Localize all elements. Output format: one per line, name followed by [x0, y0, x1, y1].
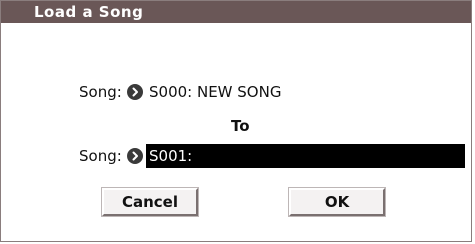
chevron-right-icon	[132, 87, 138, 97]
ok-button[interactable]: OK	[289, 188, 385, 216]
load-song-dialog: Load a Song Song: S000: NEW SONG To Song…	[0, 0, 472, 242]
cancel-button[interactable]: Cancel	[102, 188, 198, 216]
source-song-select-button[interactable]	[127, 84, 143, 100]
destination-song-select-button[interactable]	[127, 148, 143, 164]
source-song-value: S000: NEW SONG	[149, 83, 282, 101]
dialog-title: Load a Song	[34, 3, 144, 21]
destination-song-field[interactable]: S001:	[146, 144, 465, 168]
chevron-right-icon	[132, 151, 138, 161]
dialog-titlebar: Load a Song	[1, 1, 471, 23]
to-label: To	[231, 117, 250, 135]
source-song-label: Song:	[79, 83, 122, 101]
destination-song-label: Song:	[79, 147, 122, 165]
destination-song-value: S001:	[149, 147, 193, 165]
